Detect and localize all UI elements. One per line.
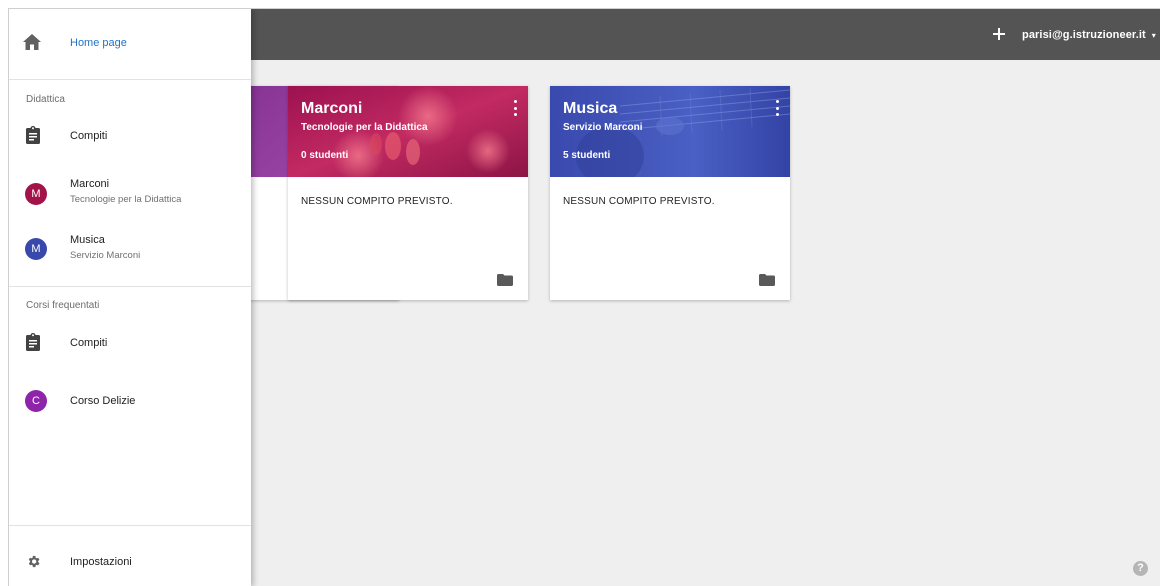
nav-item-label: Marconi: [70, 178, 110, 190]
nav-item-sublabel: Servizio Marconi: [70, 250, 141, 261]
class-title[interactable]: Musica: [563, 100, 617, 118]
class-card-body: NESSUN COMPITO PREVISTO.: [288, 177, 528, 300]
assignment-icon: [26, 333, 40, 351]
assignment-icon: [26, 126, 40, 144]
student-count: 0 studenti: [301, 150, 349, 161]
nav-home[interactable]: Home page: [9, 25, 251, 61]
more-vert-icon[interactable]: [774, 100, 780, 116]
nav-item-label: Corso Delizie: [70, 395, 136, 407]
divider: [9, 286, 251, 287]
nav-settings[interactable]: Impostazioni: [9, 545, 251, 579]
section-heading-enrolled: Corsi frequentati: [26, 300, 100, 311]
nav-class-musica[interactable]: M Musica Servizio Marconi: [9, 227, 251, 271]
class-title[interactable]: Marconi: [301, 100, 362, 118]
nav-item-label: Compiti: [70, 337, 108, 349]
class-card-marconi: Marconi Tecnologie per la Didattica 0 st…: [288, 86, 528, 300]
class-avatar: M: [25, 183, 47, 205]
divider: [9, 79, 251, 80]
more-vert-icon[interactable]: [512, 100, 518, 116]
nav-item-label: Compiti: [70, 130, 108, 142]
account-menu[interactable]: parisi@g.istruzioneer.it ▾: [1022, 26, 1156, 44]
no-assignments-text: NESSUN COMPITO PREVISTO.: [301, 196, 453, 207]
folder-icon[interactable]: [759, 274, 775, 286]
section-heading-teaching: Didattica: [26, 94, 65, 105]
nav-item-sublabel: Tecnologie per la Didattica: [70, 194, 182, 205]
nav-enrolled-assignments[interactable]: Compiti: [9, 324, 251, 360]
no-assignments-text: NESSUN COMPITO PREVISTO.: [563, 196, 715, 207]
plus-icon: [993, 28, 1005, 40]
class-section: Servizio Marconi: [563, 122, 643, 133]
divider: [9, 525, 251, 526]
nav-item-label: Musica: [70, 234, 105, 246]
add-class-button[interactable]: [987, 22, 1011, 46]
nav-class-corso-delizie[interactable]: C Corso Delizie: [9, 383, 251, 419]
class-avatar: M: [25, 238, 47, 260]
student-count: 5 studenti: [563, 150, 611, 161]
nav-home-label: Home page: [70, 37, 127, 49]
account-email: parisi@g.istruzioneer.it: [1022, 29, 1146, 41]
folder-icon[interactable]: [497, 274, 513, 286]
chevron-down-icon: ▾: [1151, 30, 1156, 40]
class-card-musica: Musica Servizio Marconi 5 studenti NESSU…: [550, 86, 790, 300]
app-window: parisi@g.istruzioneer.it ▾ Marconi Tecno…: [8, 8, 1160, 586]
help-icon[interactable]: ?: [1133, 561, 1148, 576]
class-card-body: NESSUN COMPITO PREVISTO.: [550, 177, 790, 300]
navigation-drawer: Home page Didattica Compiti M Marconi Te…: [9, 9, 251, 586]
class-avatar: C: [25, 390, 47, 412]
class-section: Tecnologie per la Didattica: [301, 122, 428, 133]
class-card-header[interactable]: Marconi Tecnologie per la Didattica 0 st…: [288, 86, 528, 177]
class-card-header[interactable]: Musica Servizio Marconi 5 studenti: [550, 86, 790, 177]
nav-class-marconi[interactable]: M Marconi Tecnologie per la Didattica: [9, 171, 251, 215]
nav-teaching-assignments[interactable]: Compiti: [9, 117, 251, 153]
nav-settings-label: Impostazioni: [70, 556, 132, 568]
home-icon: [23, 34, 41, 50]
gear-icon: [28, 555, 40, 568]
